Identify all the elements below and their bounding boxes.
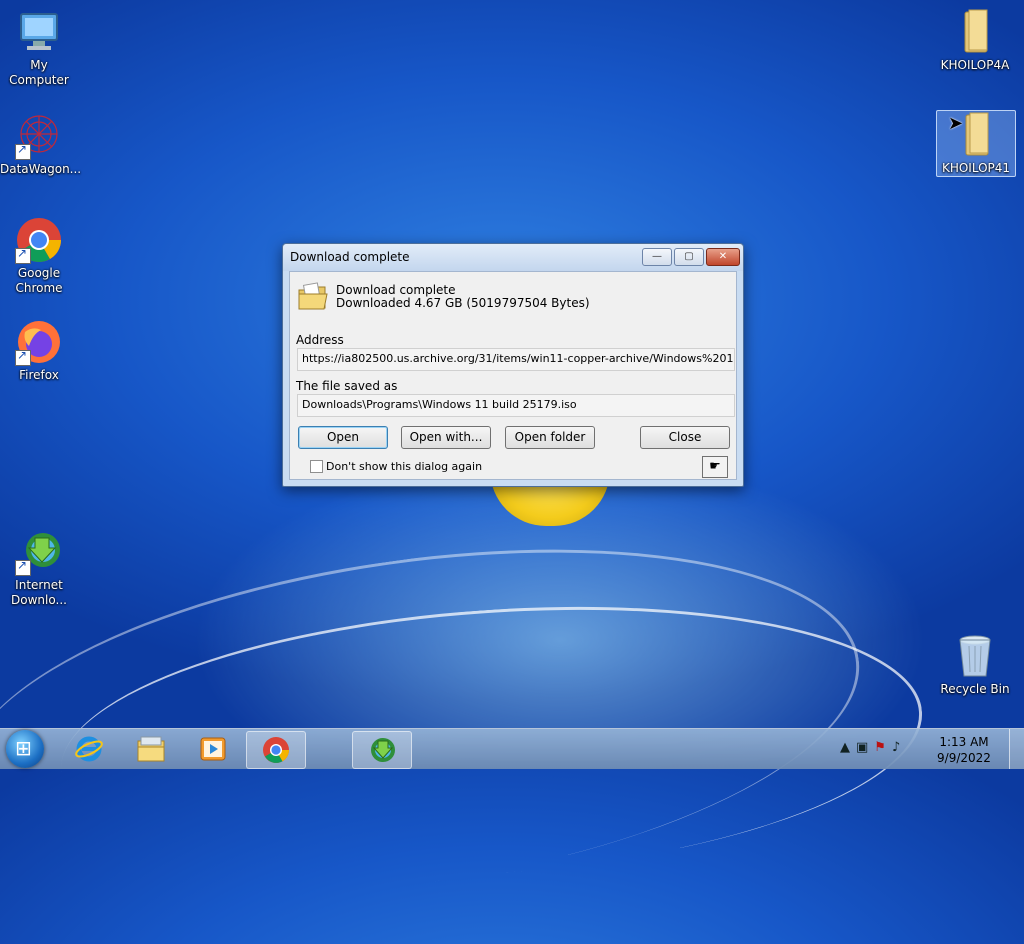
chrome-icon (15, 216, 63, 264)
address-label: Address (296, 333, 344, 347)
dialog-heading: Download complete (336, 283, 456, 297)
clock-time: 1:13 AM (939, 735, 989, 749)
checkbox-box[interactable] (310, 460, 323, 473)
desktop-icon-label: DataWagon... (0, 162, 82, 176)
system-tray: ▲▣⚑♪ 1:13 AM 9/9/2022 (834, 729, 1024, 769)
show-desktop-button[interactable] (1009, 729, 1024, 769)
desktop-icon-label: Google Chrome (15, 266, 63, 295)
shortcut-arrow-icon (15, 142, 31, 160)
shortcut-arrow-icon (15, 558, 31, 576)
desktop-icon-datawagon[interactable]: DataWagon... (0, 112, 82, 177)
clock-date: 9/9/2022 (937, 751, 991, 765)
network-icon[interactable]: ▣ (856, 740, 874, 755)
saved-as-field[interactable]: Downloads\Programs\Windows 11 build 2517… (297, 394, 735, 417)
folder-icon (951, 8, 999, 56)
saved-as-label: The file saved as (296, 379, 398, 393)
dialog-body: Download complete Downloaded 4.67 GB (50… (289, 271, 737, 480)
desktop-icon-label: Internet Downlo... (11, 578, 67, 607)
start-button[interactable] (6, 730, 44, 768)
desktop-icon-recycle-bin[interactable]: Recycle Bin (936, 632, 1014, 697)
recycle-bin-icon (951, 632, 999, 680)
chrome-icon (261, 736, 291, 764)
volume-icon[interactable]: ♪ (892, 740, 906, 755)
media-player-icon (198, 735, 228, 763)
computer-icon (15, 8, 63, 56)
clock[interactable]: 1:13 AM 9/9/2022 (932, 734, 996, 766)
desktop-icon-label: KHOILOP4A (940, 58, 1010, 72)
idm-hand-icon[interactable]: ☛ (702, 456, 728, 478)
minimize-button[interactable]: — (642, 248, 672, 266)
idm-icon (367, 736, 397, 764)
desktop-icon-my-computer[interactable]: My Computer (0, 8, 78, 88)
desktop-icon-firefox[interactable]: Firefox (0, 318, 78, 383)
desktop-icon-label: Firefox (19, 368, 59, 382)
desktop-icon-label: My Computer (9, 58, 69, 87)
shortcut-arrow-icon (15, 348, 31, 366)
taskbar-chrome[interactable] (246, 731, 306, 769)
desktop-icon-label: Recycle Bin (940, 682, 1010, 696)
taskbar-internet-explorer[interactable] (60, 731, 118, 767)
open-folder-icon (297, 282, 329, 312)
action-center-icon[interactable]: ⚑ (874, 740, 892, 755)
dont-show-again-checkbox[interactable]: Don't show this dialog again (310, 460, 482, 473)
desktop-icon-google-chrome[interactable]: Google Chrome (0, 216, 78, 296)
download-complete-dialog: Download complete — ▢ ✕ Download complet… (282, 243, 744, 487)
taskbar-file-explorer[interactable] (122, 731, 180, 767)
shortcut-arrow-icon (15, 246, 31, 264)
download-size-text: Downloaded 4.67 GB (5019797504 Bytes) (336, 296, 590, 310)
taskbar-idm[interactable] (352, 731, 412, 769)
address-field[interactable]: https://ia802500.us.archive.org/31/items… (297, 348, 735, 371)
close-button[interactable]: Close (640, 426, 730, 449)
dialog-titlebar[interactable]: Download complete — ▢ ✕ (283, 244, 743, 271)
mouse-cursor-icon: ➤ (948, 113, 964, 134)
maximize-button[interactable]: ▢ (674, 248, 704, 266)
desktop-icon-khoilop4a[interactable]: KHOILOP4A (936, 8, 1014, 73)
open-folder-button[interactable]: Open folder (505, 426, 595, 449)
datawagon-icon (15, 112, 63, 160)
taskbar-media-player[interactable] (184, 731, 242, 767)
up-arrow-icon[interactable]: ▲ (840, 740, 856, 755)
open-button[interactable]: Open (298, 426, 388, 449)
file-explorer-icon (136, 735, 166, 763)
desktop-icon-label: KHOILOP41 (941, 161, 1011, 175)
taskbar: ▲▣⚑♪ 1:13 AM 9/9/2022 (0, 728, 1024, 769)
idm-icon (15, 528, 63, 576)
firefox-icon (15, 318, 63, 366)
desktop-icon-internet-download-manager[interactable]: Internet Downlo... (0, 528, 78, 608)
internet-explorer-icon (74, 735, 104, 763)
dialog-title: Download complete (290, 250, 410, 264)
checkbox-label: Don't show this dialog again (326, 460, 483, 473)
open-with-button[interactable]: Open with... (401, 426, 491, 449)
close-window-button[interactable]: ✕ (706, 248, 740, 266)
